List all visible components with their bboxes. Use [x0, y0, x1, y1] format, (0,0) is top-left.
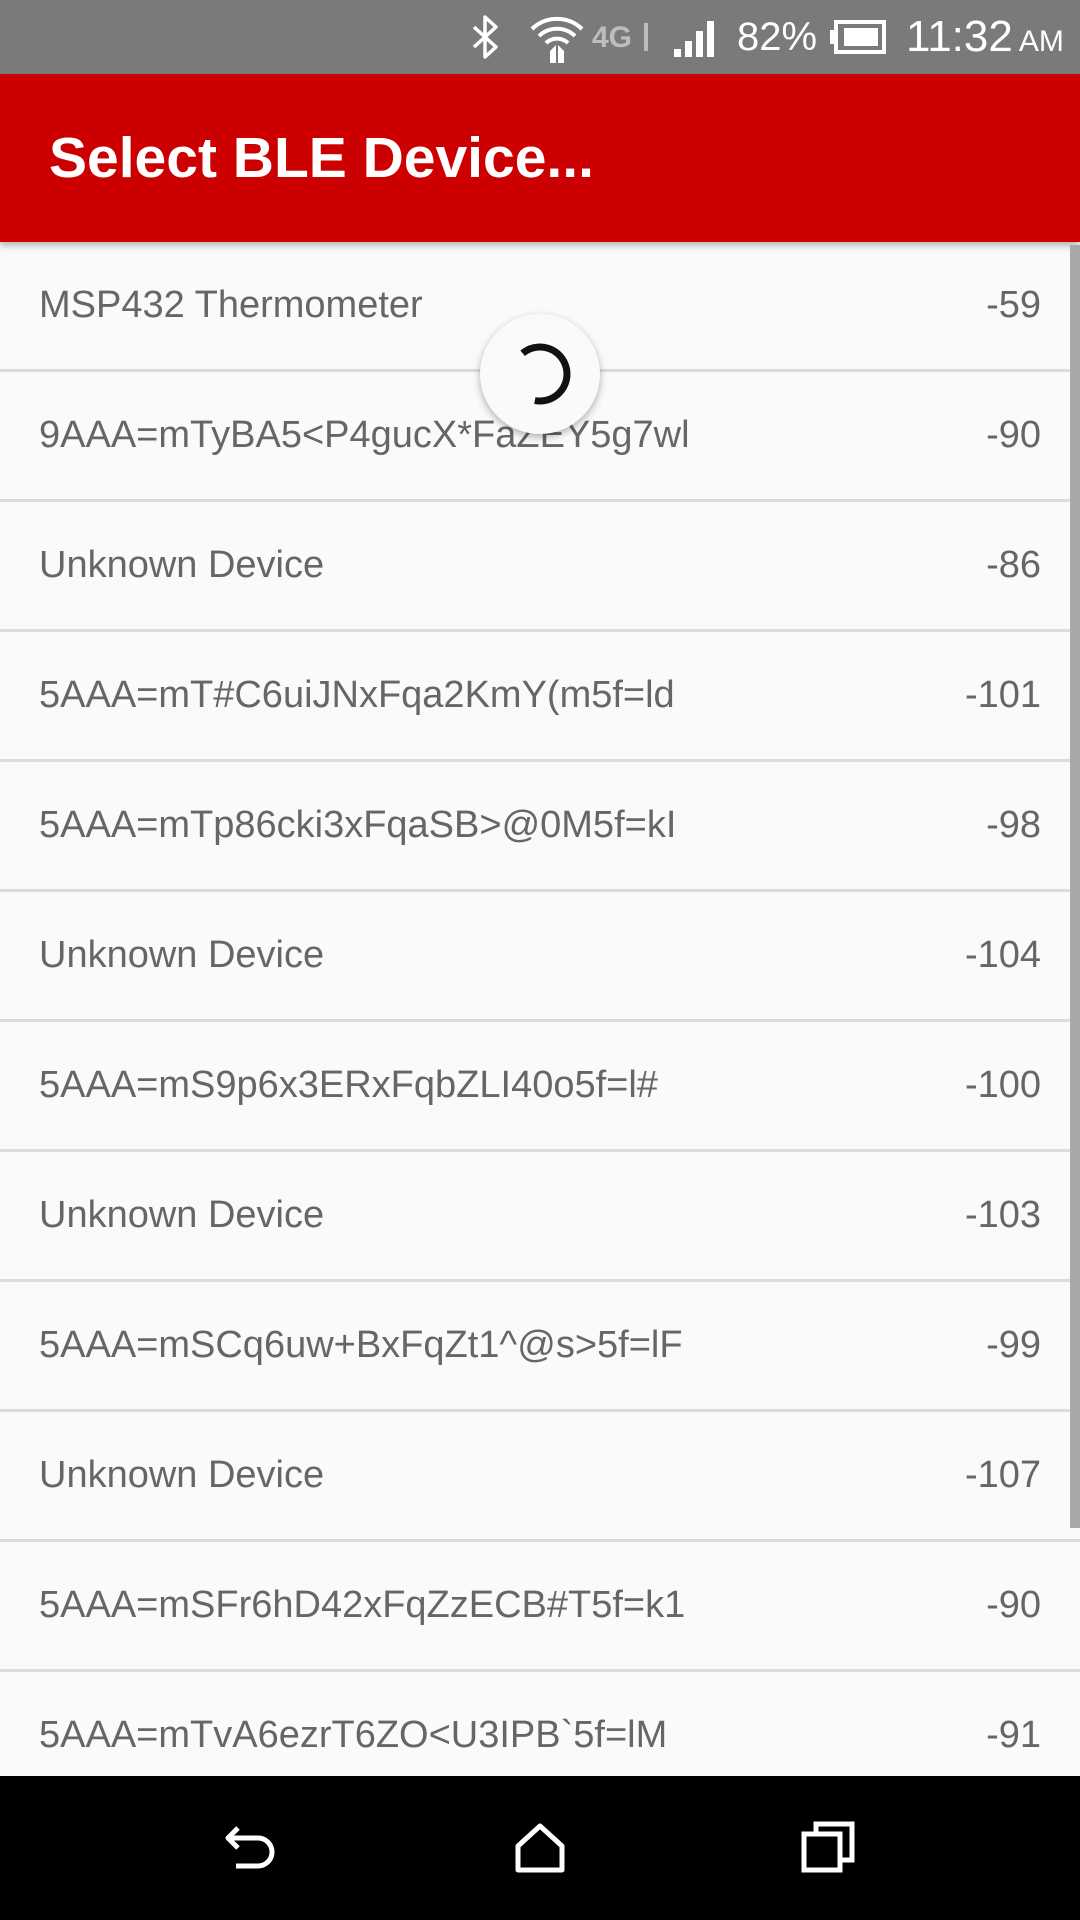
- device-name: 5AAA=mSFr6hD42xFqZzECB#T5f=k1: [39, 1584, 686, 1626]
- device-list-item[interactable]: Unknown Device -103: [0, 1152, 1080, 1282]
- device-list-item[interactable]: 5AAA=mTp86cki3xFqaSB>@0M5f=kI -98: [0, 762, 1080, 892]
- home-button[interactable]: [480, 1776, 600, 1920]
- page-title: Select BLE Device...: [49, 126, 594, 190]
- scrollbar[interactable]: [1070, 245, 1080, 1528]
- device-rssi: -91: [986, 1714, 1041, 1756]
- navigation-bar: [0, 1776, 1080, 1920]
- clock-ampm: AM: [1018, 25, 1064, 58]
- device-name: Unknown Device: [39, 544, 325, 586]
- recents-button[interactable]: [768, 1776, 888, 1920]
- recents-icon: [801, 1821, 855, 1873]
- app-bar: Select BLE Device...: [0, 74, 1080, 242]
- device-rssi: -101: [964, 674, 1041, 716]
- device-rssi: -107: [964, 1454, 1041, 1496]
- device-rssi: -98: [986, 804, 1041, 846]
- back-icon: [225, 1826, 275, 1869]
- device-list-item[interactable]: 5AAA=mT#C6uiJNxFqa2KmY(m5f=ld -101: [0, 632, 1080, 762]
- device-name: 5AAA=mT#C6uiJNxFqa2KmY(m5f=ld: [39, 674, 675, 716]
- svg-text:4G: 4G: [592, 21, 632, 54]
- battery-icon: [828, 0, 888, 74]
- device-rssi: -103: [964, 1194, 1041, 1236]
- device-name: 5AAA=mS9p6x3ERxFqbZLI40o5f=l#: [39, 1064, 658, 1106]
- device-name: 5AAA=mTp86cki3xFqaSB>@0M5f=kI: [39, 804, 677, 846]
- device-rssi: -86: [986, 544, 1041, 586]
- refresh-spinner: [480, 314, 600, 434]
- clock: 11:32 AM: [906, 0, 1064, 74]
- device-list-item[interactable]: 5AAA=mS9p6x3ERxFqbZLI40o5f=l# -100: [0, 1022, 1080, 1152]
- status-bar: 4G 82% 11:32 AM: [0, 0, 1080, 74]
- device-rssi: -90: [986, 414, 1041, 456]
- signal-icon: [672, 0, 722, 74]
- device-name: MSP432 Thermometer: [39, 284, 423, 326]
- screen: 4G 82% 11:32 AM Select BLE Device... MSP…: [0, 0, 1080, 1920]
- back-button[interactable]: [192, 1776, 312, 1920]
- device-rssi: -99: [986, 1324, 1041, 1366]
- device-name: 5AAA=mTvA6ezrT6ZO<U3IPB`5f=lM: [39, 1714, 668, 1756]
- home-icon: [515, 1823, 565, 1873]
- device-rssi: -90: [986, 1584, 1041, 1626]
- device-name: Unknown Device: [39, 1194, 325, 1236]
- device-name: Unknown Device: [39, 934, 325, 976]
- device-list-item[interactable]: 5AAA=mSFr6hD42xFqZzECB#T5f=k1 -90: [0, 1542, 1080, 1672]
- device-rssi: -59: [986, 284, 1041, 326]
- battery-percent: 82%: [737, 14, 818, 59]
- device-list-item[interactable]: Unknown Device -107: [0, 1412, 1080, 1542]
- device-name: 5AAA=mSCq6uw+BxFqZt1^@s>5f=lF: [39, 1324, 683, 1366]
- device-list-item[interactable]: 5AAA=mTvA6ezrT6ZO<U3IPB`5f=lM -91: [0, 1672, 1080, 1776]
- bluetooth-icon: [470, 0, 502, 74]
- loading-spinner-icon: [520, 343, 571, 405]
- device-rssi: -100: [964, 1064, 1041, 1106]
- wifi-icon: [528, 0, 586, 74]
- clock-time: 11:32: [906, 12, 1013, 61]
- device-list-item[interactable]: Unknown Device -86: [0, 502, 1080, 632]
- lte-icon: 4G: [592, 0, 662, 74]
- device-list-item[interactable]: 5AAA=mSCq6uw+BxFqZt1^@s>5f=lF -99: [0, 1282, 1080, 1412]
- device-list[interactable]: MSP432 Thermometer -59 9AAA=mTyBA5<P4gucX*…: [0, 242, 1080, 1776]
- device-list-item[interactable]: Unknown Device -104: [0, 892, 1080, 1022]
- device-rssi: -104: [964, 934, 1041, 976]
- device-name: Unknown Device: [39, 1454, 325, 1496]
